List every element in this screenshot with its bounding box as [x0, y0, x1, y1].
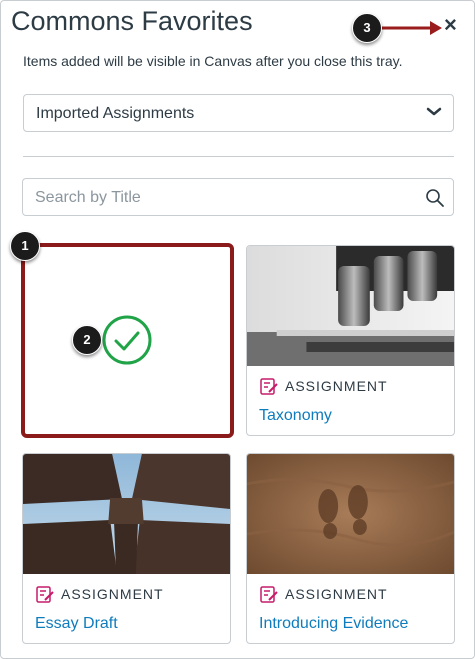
callout-badge-1: 1 [10, 231, 40, 261]
callout-badge-2: 2 [72, 325, 102, 355]
card-introducing-evidence[interactable]: ASSIGNMENT Introducing Evidence [246, 453, 455, 644]
tray-subtitle: Items added will be visible in Canvas af… [23, 53, 403, 69]
callout-arrow-icon [374, 21, 442, 35]
microscope-image [247, 246, 454, 366]
footprints-sand-image [247, 454, 454, 574]
close-button[interactable]: × [444, 14, 457, 36]
tray-title: Commons Favorites [11, 6, 253, 36]
search-icon[interactable] [425, 188, 445, 208]
card-essay-draft[interactable]: ASSIGNMENT Essay Draft [22, 453, 231, 644]
card-type-label: ASSIGNMENT [61, 586, 164, 602]
card-type-label: ASSIGNMENT [285, 586, 388, 602]
assignment-icon [260, 378, 278, 395]
card-taxonomy[interactable]: ASSIGNMENT Taxonomy [246, 245, 455, 436]
filter-select[interactable]: Imported Assignments [23, 94, 454, 132]
building-sky-image [23, 454, 230, 574]
search-box [22, 178, 454, 216]
check-circle-icon [102, 315, 152, 365]
card-title-link[interactable]: Essay Draft [35, 615, 118, 633]
card-title-link[interactable]: Taxonomy [259, 407, 332, 425]
divider [23, 156, 454, 157]
assignment-icon [36, 586, 54, 603]
card-type-label: ASSIGNMENT [285, 378, 388, 394]
chevron-down-icon [426, 107, 442, 116]
callout-badge-3: 3 [352, 13, 382, 43]
search-input[interactable] [33, 187, 417, 209]
card-title-link[interactable]: Introducing Evidence [259, 615, 408, 633]
assignment-icon [260, 586, 278, 603]
filter-selected-value: Imported Assignments [36, 105, 195, 122]
